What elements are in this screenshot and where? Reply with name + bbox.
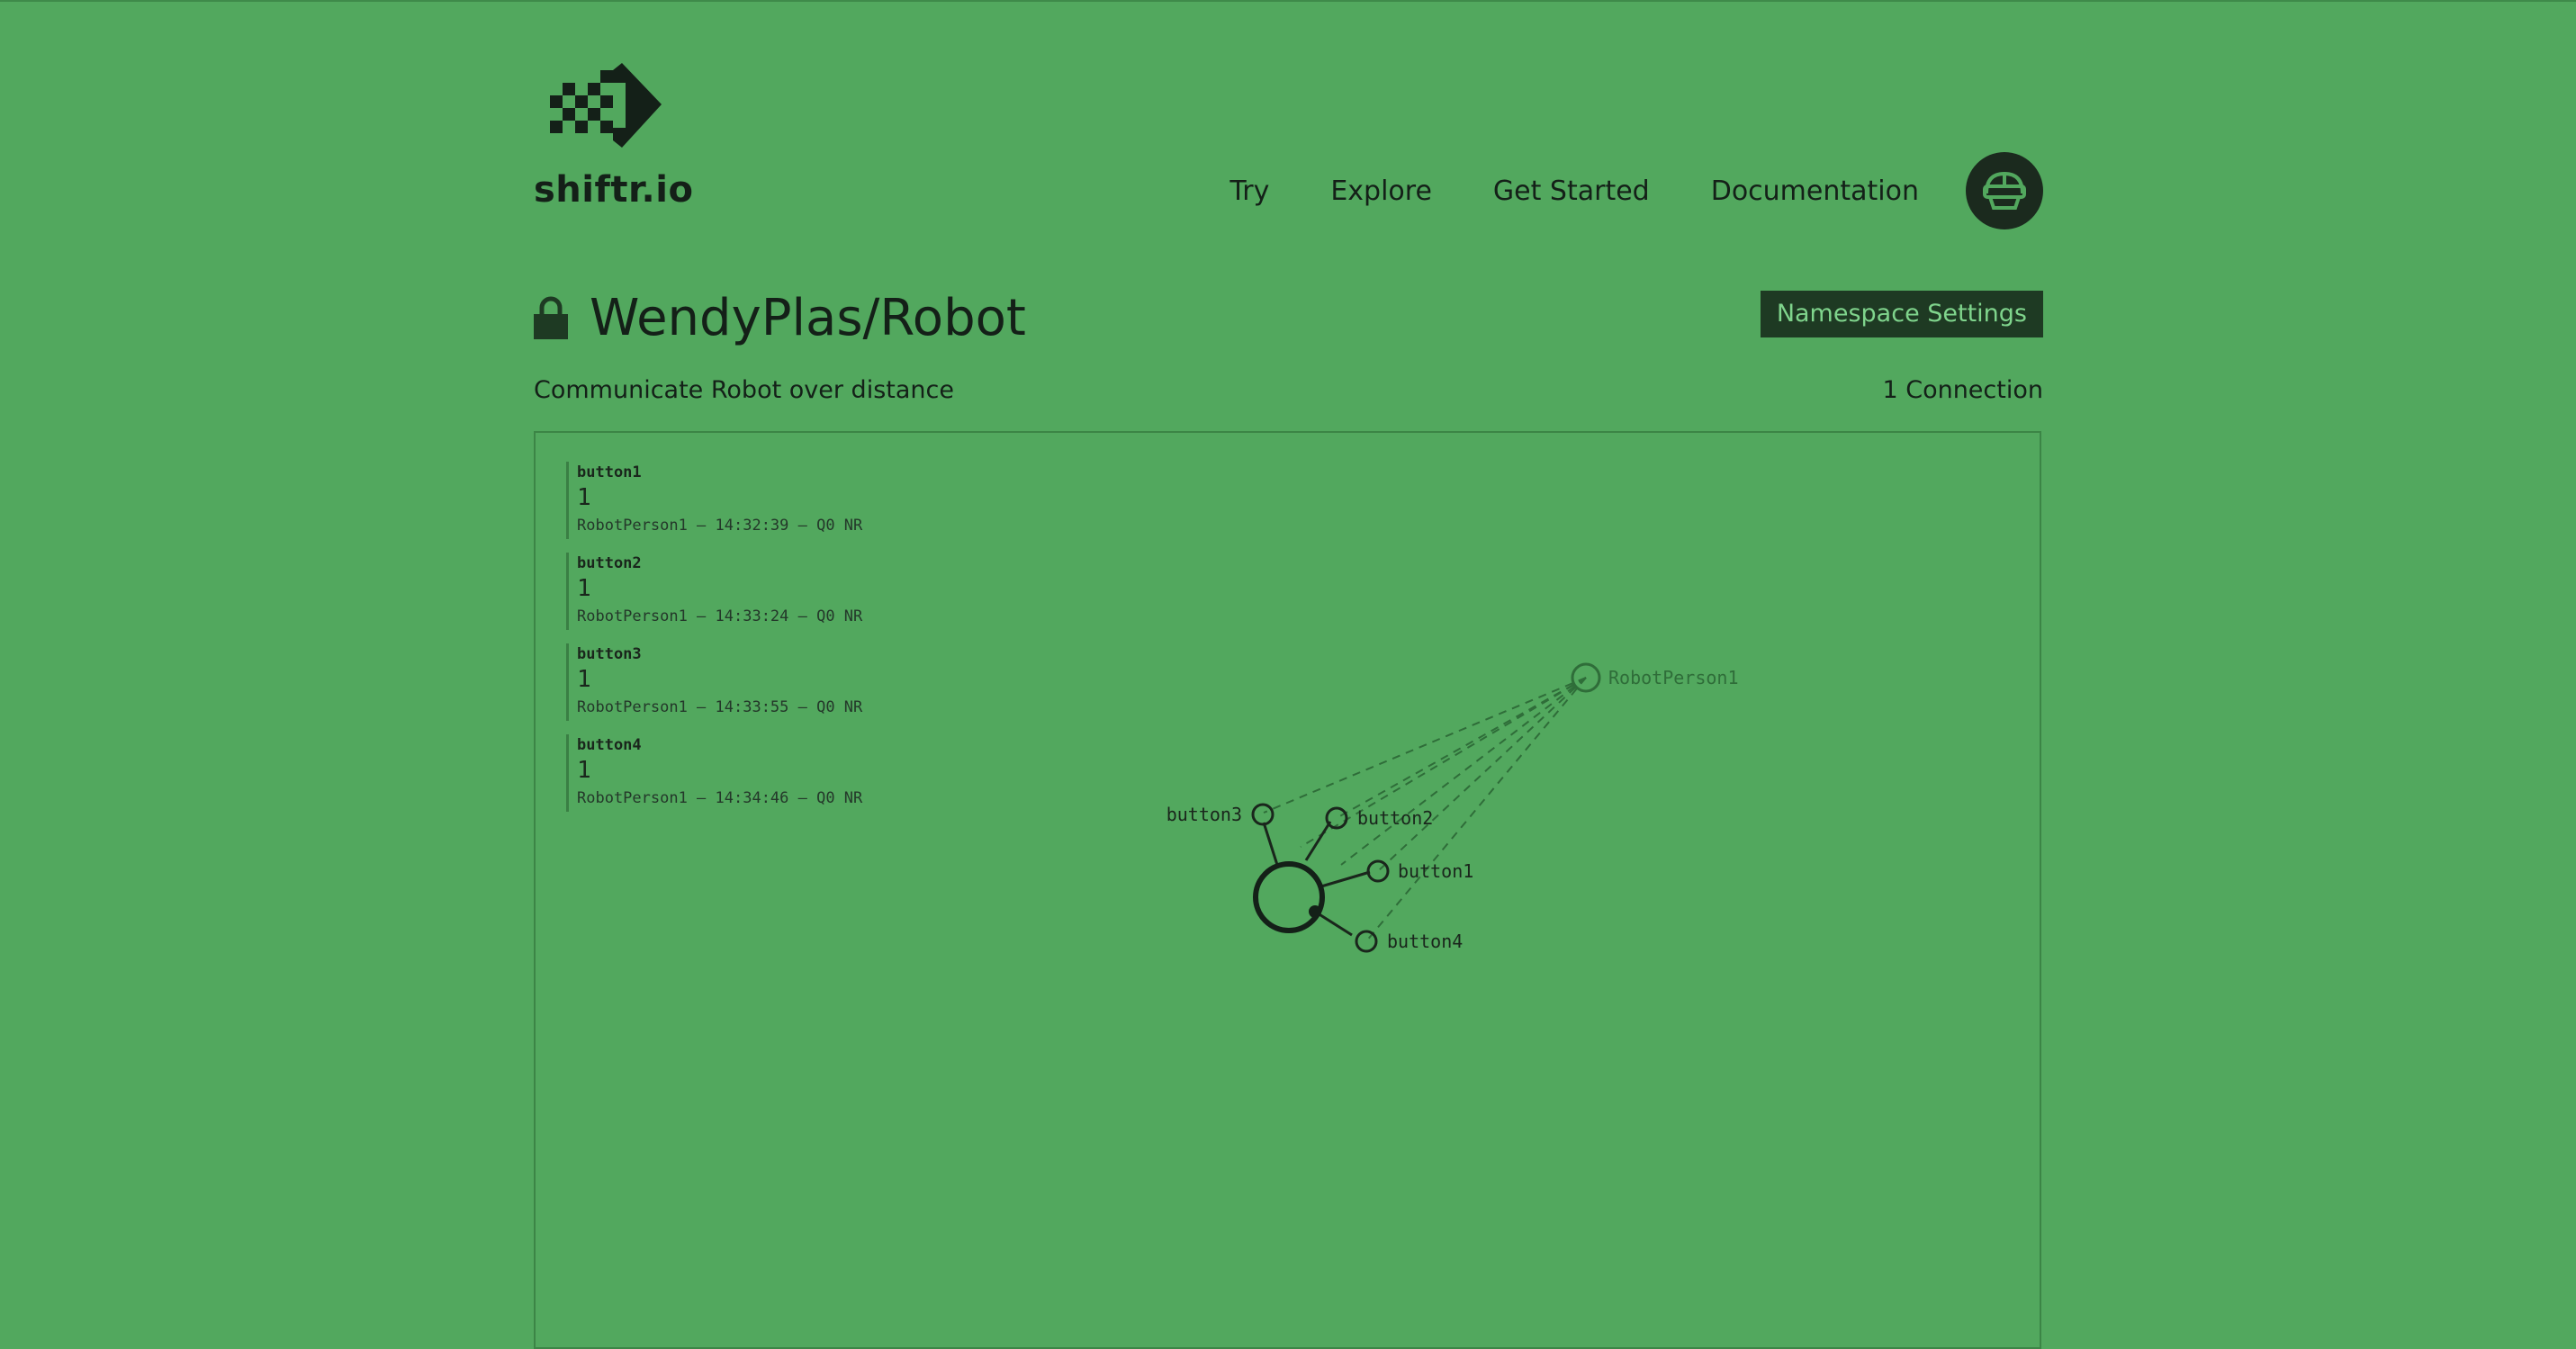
topic-node-button3	[1251, 803, 1274, 826]
shiftr-logo-icon	[550, 63, 662, 148]
topic-label-button3: button3	[1166, 804, 1242, 825]
root-node-handle	[1309, 905, 1321, 918]
connection-line	[1336, 677, 1587, 819]
lock-icon	[534, 296, 568, 339]
namespace-header: WendyPlas/Robot	[534, 286, 1026, 349]
nav-documentation[interactable]: Documentation	[1711, 175, 1919, 207]
tree-edge	[1314, 910, 1353, 937]
nav-try[interactable]: Try	[1229, 175, 1269, 207]
topic-label-button1: button1	[1398, 860, 1473, 882]
user-avatar[interactable]	[1966, 152, 2043, 229]
logo-link[interactable]: shiftr.io	[534, 63, 693, 216]
nav-get-started[interactable]: Get Started	[1493, 175, 1650, 207]
root-node	[1253, 861, 1325, 933]
connection-line	[1300, 677, 1587, 848]
tree-edge	[1320, 870, 1371, 888]
nav-explore[interactable]: Explore	[1330, 175, 1432, 207]
robot-avatar-icon	[1983, 171, 2026, 210]
namespace-settings-button[interactable]: Namespace Settings	[1760, 291, 2043, 337]
connection-line	[1377, 677, 1587, 872]
namespace-visualizer[interactable]: button1 1 RobotPerson1 – 14:32:39 – Q0 N…	[534, 431, 2041, 1349]
brand-name: shiftr.io	[534, 169, 694, 211]
namespace-description: Communicate Robot over distance	[534, 376, 954, 404]
main-nav: Try Explore Get Started Documentation	[1229, 151, 2043, 230]
client-label: RobotPerson1	[1608, 667, 1739, 688]
connection-line	[1263, 677, 1587, 814]
tree-edge	[1262, 822, 1279, 866]
topic-graph[interactable]: RobotPerson1 button3 button2 button1 but…	[536, 433, 2040, 1347]
connection-line	[1340, 677, 1587, 866]
page-container: shiftr.io Try Explore Get Started Docume…	[534, 0, 2043, 1349]
connection-count: 1 Connection	[1882, 376, 2043, 404]
topic-label-button2: button2	[1357, 807, 1433, 829]
topic-label-button4: button4	[1387, 931, 1463, 952]
namespace-title: WendyPlas/Robot	[590, 288, 1026, 347]
topic-node-button4	[1355, 930, 1378, 953]
topic-node-button1	[1366, 859, 1390, 883]
